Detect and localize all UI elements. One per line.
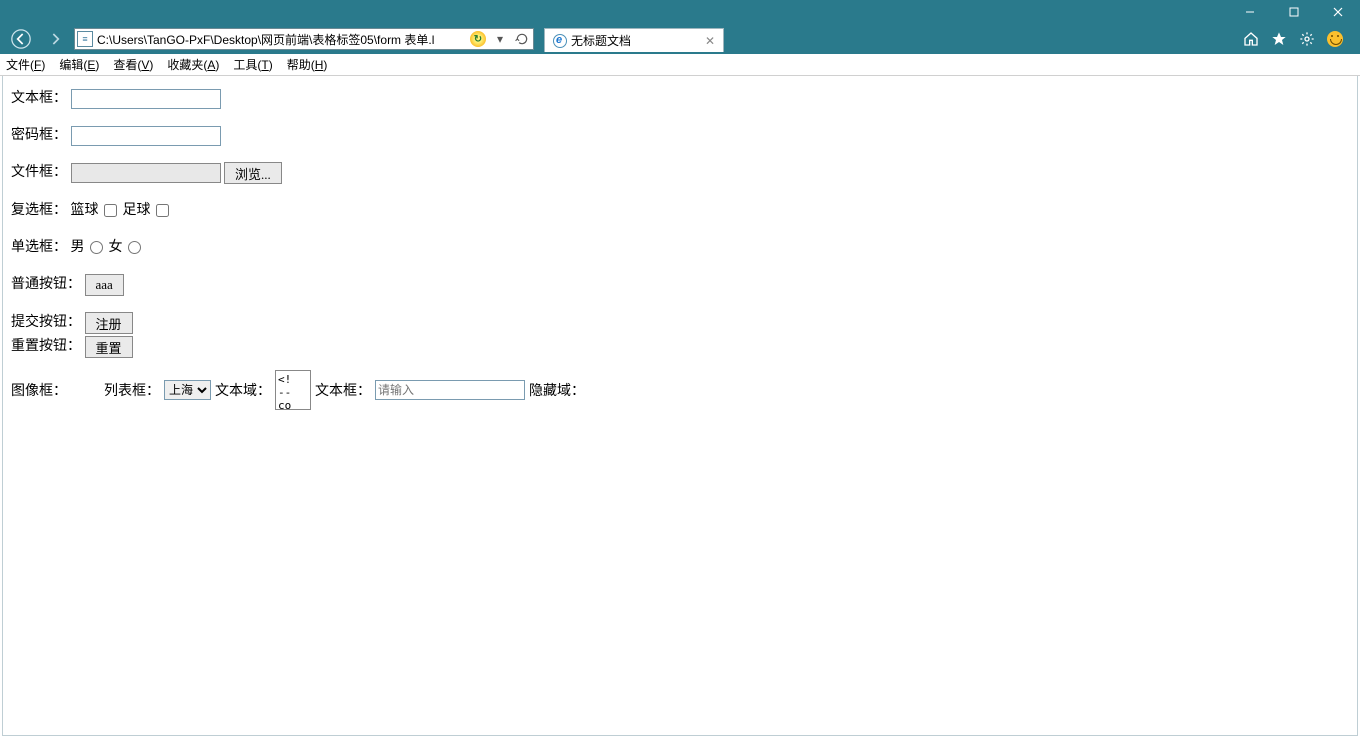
address-bar: ≡ ↻ ▾	[74, 28, 534, 50]
title-bar	[0, 0, 1360, 24]
list-label: 列表框：	[104, 380, 160, 400]
list-select[interactable]: 上海	[164, 380, 211, 400]
row-file: 文件框： 浏览...	[11, 162, 1349, 184]
submit-label: 提交按钮：	[11, 315, 81, 330]
close-button[interactable]	[1316, 0, 1360, 24]
password-label: 密码框：	[11, 128, 67, 143]
settings-icon[interactable]	[1298, 30, 1316, 48]
text-label: 文本框：	[11, 91, 67, 106]
checkbox-football[interactable]	[156, 204, 169, 217]
minimize-button[interactable]	[1228, 0, 1272, 24]
radio-label: 单选框：	[11, 240, 67, 255]
ie-window: ≡ ↻ ▾ 无标题文档 ✕	[0, 0, 1360, 738]
menu-file[interactable]: 文件(F)	[6, 56, 45, 73]
hidden-label: 隐藏域：	[529, 380, 585, 400]
text2-label: 文本框：	[315, 380, 371, 400]
row-button: 普通按钮： aaa	[11, 274, 1349, 296]
row-mixed: 图像框： 列表框： 上海 文本域： <! -- co 文本框： 隐藏域：	[11, 370, 1349, 410]
textarea-input[interactable]: <! -- co	[275, 370, 311, 410]
menu-edit[interactable]: 编辑(E)	[59, 56, 99, 73]
menu-tools[interactable]: 工具(T)	[233, 56, 272, 73]
file-path-display	[71, 163, 221, 183]
refresh-button[interactable]	[511, 29, 533, 49]
page-content: 文本框： 密码框： 文件框： 浏览... 复选框： 篮球 足球 单选框： 男 女	[2, 76, 1358, 736]
row-reset: 重置按钮： 重置	[11, 336, 1349, 358]
toolbar-right	[1242, 30, 1354, 48]
generic-button[interactable]: aaa	[85, 274, 124, 296]
row-text: 文本框：	[11, 88, 1349, 109]
browser-tab[interactable]: 无标题文档 ✕	[544, 28, 724, 52]
maximize-button[interactable]	[1272, 0, 1316, 24]
menu-view[interactable]: 查看(V)	[113, 56, 153, 73]
checkbox-basketball[interactable]	[104, 204, 117, 217]
smiley-icon[interactable]	[1326, 30, 1344, 48]
textarea-label: 文本域：	[215, 380, 271, 400]
radio-female[interactable]	[128, 241, 141, 254]
page-icon: ≡	[77, 31, 93, 47]
address-input[interactable]	[95, 30, 467, 48]
forward-button[interactable]	[40, 25, 70, 53]
favorites-icon[interactable]	[1270, 30, 1288, 48]
back-button[interactable]	[6, 25, 36, 53]
menu-favorites[interactable]: 收藏夹(A)	[167, 56, 219, 73]
navigation-bar: ≡ ↻ ▾ 无标题文档 ✕	[0, 24, 1360, 54]
password-input[interactable]	[71, 126, 221, 146]
radio-male[interactable]	[90, 241, 103, 254]
radio-opt2-label: 女	[109, 240, 123, 255]
tab-bar: 无标题文档 ✕	[544, 26, 724, 52]
home-icon[interactable]	[1242, 30, 1260, 48]
text2-input[interactable]	[375, 380, 525, 400]
tab-title: 无标题文档	[571, 32, 631, 49]
checkbox-opt1-label: 篮球	[71, 203, 99, 218]
reset-label: 重置按钮：	[11, 339, 81, 354]
file-label: 文件框：	[11, 165, 67, 180]
checkbox-label: 复选框：	[11, 203, 67, 218]
address-dropdown[interactable]: ▾	[489, 29, 511, 49]
menu-help[interactable]: 帮助(H)	[287, 56, 328, 73]
ie-icon	[553, 34, 567, 48]
compat-view-button[interactable]: ↻	[467, 29, 489, 49]
tab-close-icon[interactable]: ✕	[705, 34, 715, 48]
radio-opt1-label: 男	[71, 240, 85, 255]
submit-button[interactable]: 注册	[85, 312, 133, 334]
browse-button[interactable]: 浏览...	[224, 162, 282, 184]
window-controls	[1228, 0, 1360, 24]
row-checkbox: 复选框： 篮球 足球	[11, 200, 1349, 221]
checkbox-opt2-label: 足球	[123, 203, 151, 218]
image-label: 图像框：	[11, 380, 67, 400]
row-password: 密码框：	[11, 125, 1349, 146]
button-label: 普通按钮：	[11, 277, 81, 292]
menu-bar: 文件(F) 编辑(E) 查看(V) 收藏夹(A) 工具(T) 帮助(H)	[0, 54, 1360, 76]
text-input[interactable]	[71, 89, 221, 109]
row-radio: 单选框： 男 女	[11, 237, 1349, 258]
row-submit: 提交按钮： 注册	[11, 312, 1349, 334]
reset-button[interactable]: 重置	[85, 336, 133, 358]
